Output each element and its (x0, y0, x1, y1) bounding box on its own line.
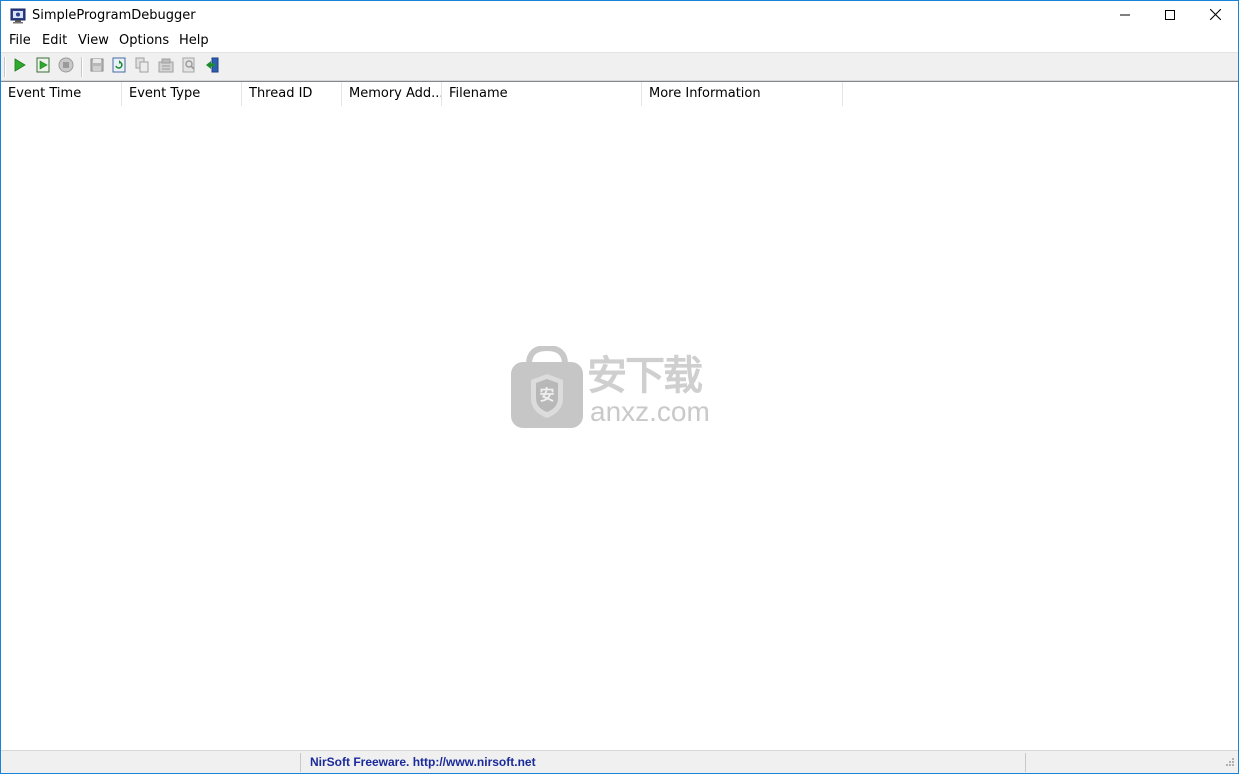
menu-bar: File Edit View Options Help (1, 31, 1238, 52)
menu-help[interactable]: Help (179, 33, 209, 48)
find-icon (181, 57, 197, 77)
toolbar-grip[interactable] (4, 57, 6, 77)
list-header: Event Time Event Type Thread ID Memory A… (1, 82, 1238, 106)
watermark-cn-text: 安下载 (587, 353, 703, 399)
properties-button[interactable] (155, 56, 177, 78)
toolbar-separator (81, 57, 83, 77)
start-debugging-options-button[interactable] (32, 56, 54, 78)
column-header-thread-id[interactable]: Thread ID (242, 82, 342, 106)
toolbar (1, 52, 1238, 81)
column-header-event-type[interactable]: Event Type (122, 82, 242, 106)
app-debugger-icon (10, 8, 26, 24)
maximize-icon (1165, 9, 1175, 24)
stop-icon (58, 57, 74, 77)
copy-icon (134, 57, 150, 77)
save-icon (89, 57, 105, 77)
start-debugging-button[interactable] (8, 56, 30, 78)
refresh-button[interactable] (108, 56, 130, 78)
close-icon (1209, 8, 1221, 24)
title-bar[interactable]: SimpleProgramDebugger (1, 1, 1238, 31)
column-header-more-information[interactable]: More Information (642, 82, 843, 106)
close-button[interactable] (1192, 1, 1238, 31)
watermark: 安 安下载 anxz.com (511, 344, 731, 430)
menu-edit[interactable]: Edit (42, 33, 67, 48)
column-header-event-time[interactable]: Event Time (1, 82, 122, 106)
watermark-domain-text: anxz.com (590, 396, 710, 427)
maximize-button[interactable] (1147, 1, 1193, 31)
menu-options[interactable]: Options (119, 33, 169, 48)
status-panel-count (1, 753, 301, 772)
exit-button[interactable] (202, 56, 224, 78)
status-bar: NirSoft Freeware. http://www.nirsoft.net (1, 750, 1238, 773)
find-button[interactable] (178, 56, 200, 78)
minimize-icon (1120, 9, 1130, 24)
column-header-filename[interactable]: Filename (442, 82, 642, 106)
window-title: SimpleProgramDebugger (32, 8, 196, 23)
stop-debugging-button[interactable] (55, 56, 77, 78)
play-document-icon (35, 57, 51, 77)
save-selected-items-button[interactable] (86, 56, 108, 78)
events-list[interactable]: Event Time Event Type Thread ID Memory A… (1, 81, 1238, 750)
play-icon (11, 57, 27, 77)
app-window: SimpleProgramDebugger File Edit View Opt… (0, 0, 1239, 774)
status-panel-link (301, 753, 1026, 772)
watermark-badge-text: 安 (539, 386, 555, 404)
properties-icon (158, 57, 174, 77)
refresh-icon (111, 57, 127, 77)
minimize-button[interactable] (1102, 1, 1148, 31)
menu-view[interactable]: View (78, 33, 109, 48)
resize-grip-icon[interactable] (1223, 757, 1235, 773)
copy-selected-items-button[interactable] (131, 56, 153, 78)
column-header-memory-address[interactable]: Memory Add... (342, 82, 442, 106)
exit-icon (205, 57, 221, 77)
menu-file[interactable]: File (9, 33, 31, 48)
